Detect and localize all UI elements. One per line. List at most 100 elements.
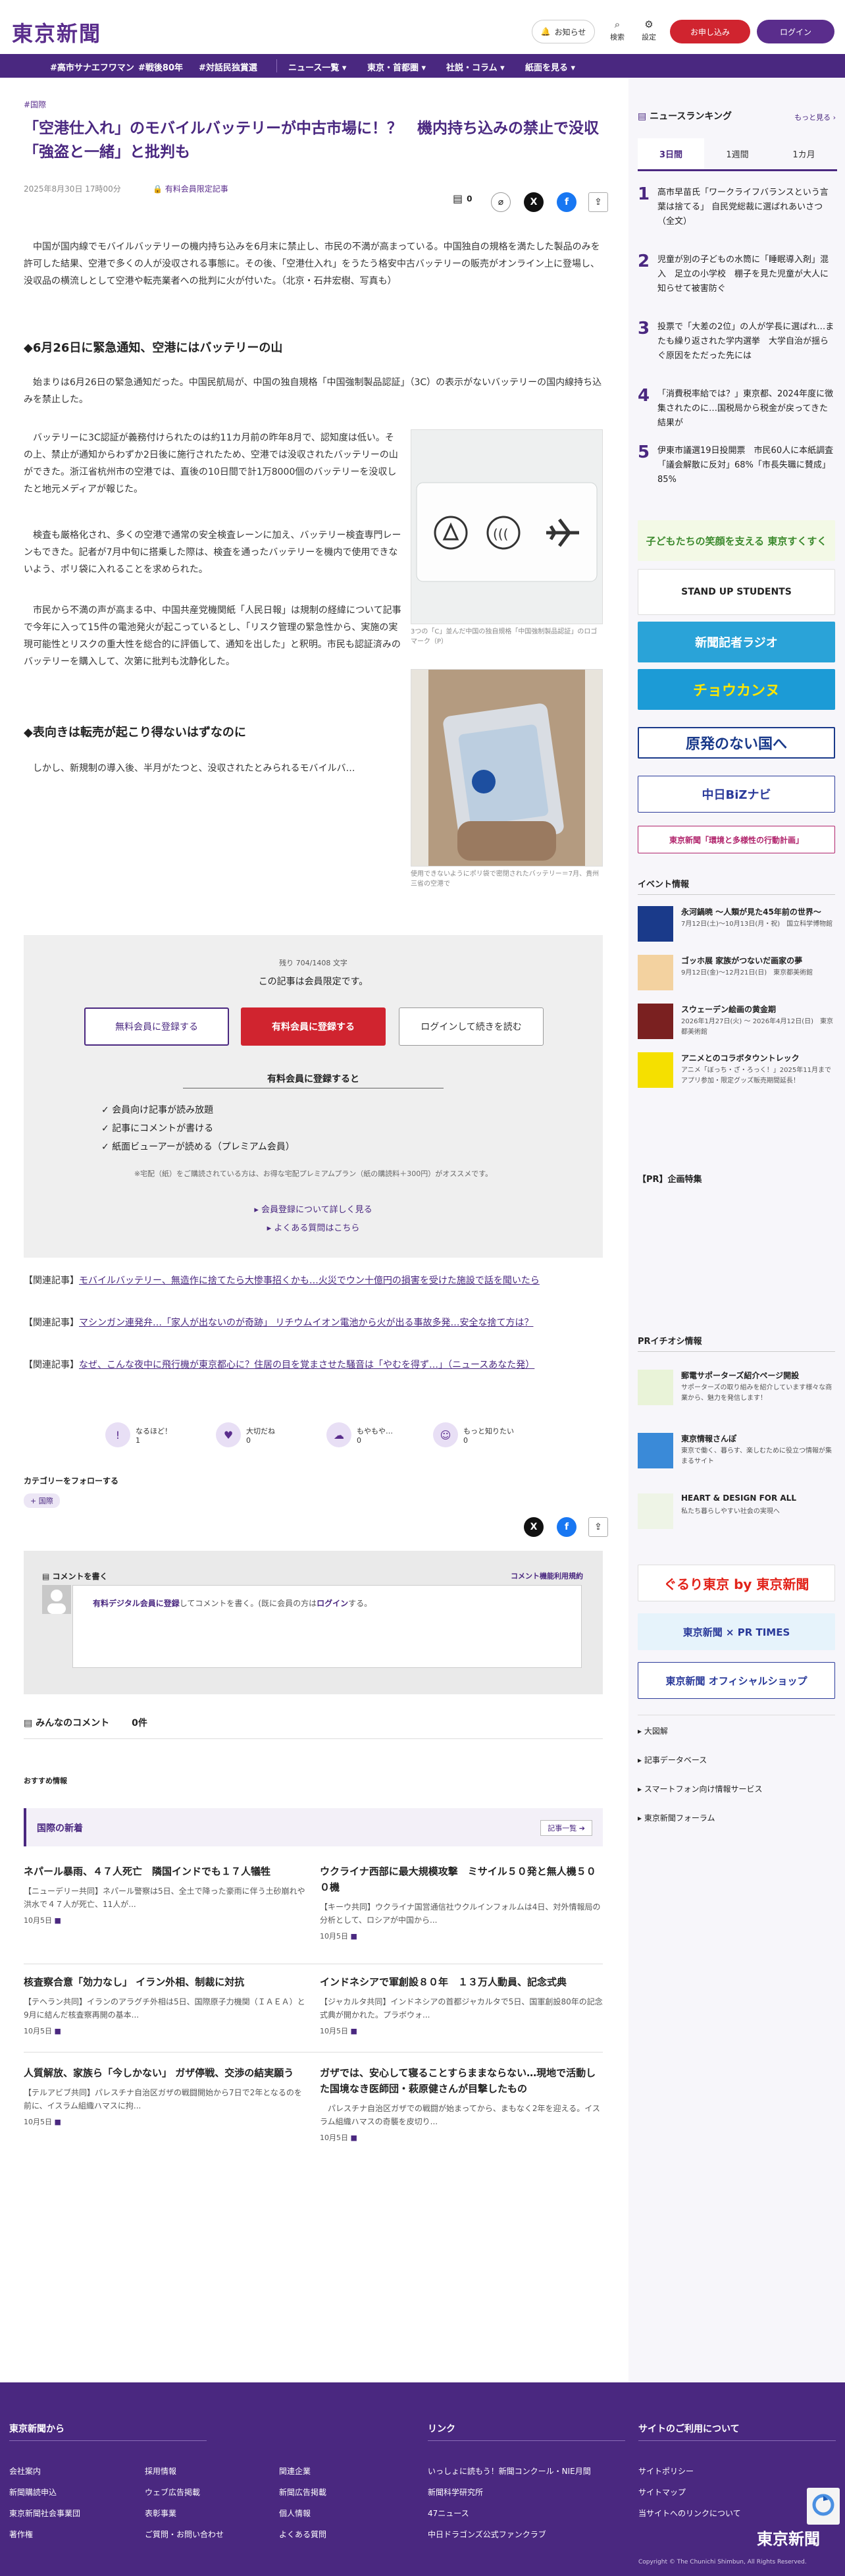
nav-tag-2[interactable]: #戦後80年 [138,61,183,73]
avatar [42,1585,71,1614]
follow-tag-button[interactable]: + 国際 [24,1493,60,1508]
login-button[interactable]: ログイン [757,20,834,43]
reaction-taisetsu[interactable]: ♥ 大切だね 0 [216,1422,275,1447]
nav-paper[interactable]: 紙面を見る ▾ [525,61,575,73]
banner-environment[interactable]: 東京新聞「環境と多様性の行動計画」 [638,826,835,853]
site-logo[interactable]: 東京新聞 [12,17,101,47]
nav-editorial[interactable]: 社説・コラム ▾ [446,61,505,73]
tab-3days[interactable]: 3日間 [638,138,704,169]
nav-tag-1[interactable]: #高市サナエフワマン [50,61,134,73]
footer-link[interactable]: ウェブ広告掲載 [145,2486,200,2498]
footer-link[interactable]: 会社案内 [9,2465,41,2477]
side-link-forum[interactable]: ▸ 東京新聞フォーラム [638,1812,835,1823]
banner-stand-up-students[interactable]: STAND UP STUDENTS [638,569,835,615]
settings-button[interactable]: ⚙ 設定 [636,18,662,47]
pr-feature-title: 【PR】企画特集 [638,1175,702,1185]
comment-input[interactable]: 有料デジタル会員に登録してコメントを書く。(既に会員の方はログインする。 [72,1585,582,1668]
banner-no-nuclear[interactable]: 原発のない国へ [638,727,835,759]
related-article[interactable]: 【関連記事】モバイルバッテリー、無造作に捨てたら大惨事招くかも…火災でウン十億円… [24,1272,603,1289]
nav-news-list[interactable]: ニュース一覧 ▾ [288,61,346,73]
banner-official-shop[interactable]: 東京新聞 オフィシャルショップ [638,1662,835,1699]
footer-logo[interactable]: 東京新聞 [757,2526,820,2549]
footer-link[interactable]: 新聞購読申込 [9,2486,57,2498]
pr-item[interactable]: HEART & DESIGN FOR ALL 私たち暮らしやすい社会の実現へ [638,1493,835,1533]
footer-link[interactable]: いっしょに読もう！新聞コンクール・NIE月間 [428,2465,591,2477]
side-link-database[interactable]: ▸ 記事データベース [638,1754,835,1765]
related-article[interactable]: 【関連記事】なぜ、こんな夜中に飛行機が東京都心に？住居の目を覚まさせた騒音は「や… [24,1356,603,1374]
footer-link[interactable]: 採用情報 [145,2465,176,2477]
footer-link[interactable]: 著作権 [9,2529,33,2540]
free-register-button[interactable]: 無料会員に登録する [84,1007,229,1046]
notification-button[interactable]: 🔔 お知らせ [532,20,595,43]
subscribe-button[interactable]: お申し込み [670,20,750,43]
tab-1week[interactable]: 1週間 [704,138,771,169]
membership-info-link[interactable]: ▸ 会員登録について詳しく見る [24,1202,603,1215]
search-button[interactable]: ⌕ 検索 [604,18,630,47]
comment-rules-link[interactable]: コメント機能利用規約 [511,1570,583,1581]
event-item[interactable]: スウェーデン絵画の黄金期 2026年1月27日(火) ～ 2026年4月12日(日… [638,1004,835,1043]
banner-bizz-navi[interactable]: 中日BiZナビ [638,776,835,813]
footer-link[interactable]: サイトポリシー [638,2465,694,2477]
reaction-motto[interactable]: ☺ もっと知りたい 0 [433,1422,514,1447]
banner-radio[interactable]: 新聞記者ラジオ [638,622,835,662]
reaction-moyamoya[interactable]: ☁ もやもや… 0 [326,1422,393,1447]
photo-3c-logo[interactable]: ((( [411,429,603,624]
news-item[interactable]: 人質解放、家族ら「今しかない」 ガザ停戦、交渉の結実願う 【テルアビブ共同】パレス… [24,2065,307,2127]
facebook-share-button-bottom[interactable]: f [557,1517,576,1537]
share-button[interactable]: ⇪ [588,192,608,212]
news-item[interactable]: インドネシアで軍創設８０年 １３万人動員、記念式典 【ジャカルタ共同】インドネシア… [320,1974,603,2036]
reaction-naruhodo[interactable]: ! なるほど！ 1 [105,1422,172,1447]
event-item[interactable]: ゴッホ展 家族がつないだ画家の夢 9月12日(金)～12月21日(日) 東京都美術… [638,955,835,994]
banner-prtimes[interactable]: 東京新聞 × PR TIMES [638,1613,835,1650]
banner-gururi-tokyo[interactable]: ぐるり東京 by 東京新聞 [638,1565,835,1601]
article-list-link[interactable]: 記事一覧 ➔ [540,1820,592,1836]
nav-tokyo[interactable]: 東京・首都圏 ▾ [367,61,426,73]
event-item[interactable]: アニメとのコラボタウントレック アニメ「ぼっち・ざ・ろっく！」2025年11月まで… [638,1052,835,1092]
side-link-smartphone[interactable]: ▸ スマートフォン向け情報サービス [638,1783,835,1794]
share-button-bottom[interactable]: ⇪ [588,1517,608,1537]
news-item[interactable]: ネパール暴雨、４７人死亡 隣国インドでも１７人犠牲 【ニューデリー共同】ネパール警… [24,1864,307,1925]
footer-link[interactable]: 新聞広告掲載 [279,2486,326,2498]
paid-register-button[interactable]: 有料会員に登録する [241,1007,386,1046]
category-link[interactable]: #国際 [24,99,603,110]
event-item[interactable]: 永河鍋暁 ～人類が見た45年前の世界～ 7月12日(土)～10月13日(月・祝) … [638,906,835,946]
footer-link[interactable]: 関連企業 [279,2465,311,2477]
clip-button[interactable]: ⌀ [491,192,511,212]
footer-link[interactable]: 中日ドラゴンズ公式ファンクラブ [428,2529,546,2540]
footer-link[interactable]: 東京新聞社会事業団 [9,2508,80,2519]
facebook-share-button[interactable]: f [557,192,576,212]
news-item[interactable]: ガザでは、安心して寝ることすらままならない…現地で活動した国境なき医師団・萩原健… [320,2065,603,2143]
footer-link[interactable]: サイトマップ [638,2486,686,2498]
footer-link[interactable]: 個人情報 [279,2508,311,2519]
ranking-more-link[interactable]: もっと見る › [794,112,836,122]
x-share-button[interactable]: X [524,192,544,212]
related-link[interactable]: モバイルバッテリー、無造作に捨てたら大惨事招くかも…火災でウン十億円の損害を受け… [79,1275,540,1286]
lock-icon: ■ [54,2118,61,2126]
footer-link[interactable]: 表彰事業 [145,2508,176,2519]
related-link[interactable]: マシンガン連発弁…「家人が出ないのが奇跡」 リチウムイオン電池から火が出る事故多… [79,1318,533,1328]
comment-count[interactable]: ▤ 0 [453,192,472,205]
footer-link[interactable]: 新聞科学研究所 [428,2486,483,2498]
photo-battery-bag[interactable] [411,669,603,867]
event-thumbnail [638,1004,673,1039]
x-share-button-bottom[interactable]: X [524,1517,544,1537]
recaptcha-badge[interactable] [807,2488,840,2525]
article-date: 2025年8月30日 17時00分 [24,184,121,194]
side-link-zukai[interactable]: ▸ 大図解 [638,1725,835,1736]
news-item[interactable]: ウクライナ西部に最大規模攻撃 ミサイル５０発と無人機５００機 【キーウ共同】ウクラ… [320,1864,603,1941]
banner-choukannu[interactable]: チョウカンヌ [638,669,835,710]
faq-link[interactable]: ▸ よくある質問はこちら [24,1221,603,1233]
nav-tag-3[interactable]: #対話民独賞選 [199,61,257,73]
login-continue-button[interactable]: ログインして続きを読む [399,1007,544,1046]
footer-link[interactable]: よくある質問 [279,2529,326,2540]
footer-link[interactable]: ご質問・お問い合わせ [145,2529,224,2540]
pr-item[interactable]: 東京情報さんぽ 東京で働く、暮らす、楽しむために役立つ情報が集まるサイト [638,1433,835,1472]
related-link[interactable]: なぜ、こんな夜中に飛行機が東京都心に？住居の目を覚まさせた騒音は「やむを得ず…」… [79,1360,534,1370]
tab-1month[interactable]: 1カ月 [771,138,837,169]
footer-link[interactable]: 当サイトへのリンクについて [638,2508,741,2519]
pr-item[interactable]: 郵電サポーターズ紹介ページ開設 サポーターズの取り組みを紹介しています様々な商業か… [638,1370,835,1409]
banner-sukusuku[interactable]: 子どもたちの笑顔を支える 東京すくすく [638,520,835,561]
news-item[interactable]: 核査察合意「効力なし」 イラン外相、制裁に対抗 【テヘラン共同】イランのアラグチ外… [24,1974,307,2036]
footer-link[interactable]: 47ニュース [428,2508,469,2519]
related-article[interactable]: 【関連記事】マシンガン連発弁…「家人が出ないのが奇跡」 リチウムイオン電池から火… [24,1314,603,1331]
